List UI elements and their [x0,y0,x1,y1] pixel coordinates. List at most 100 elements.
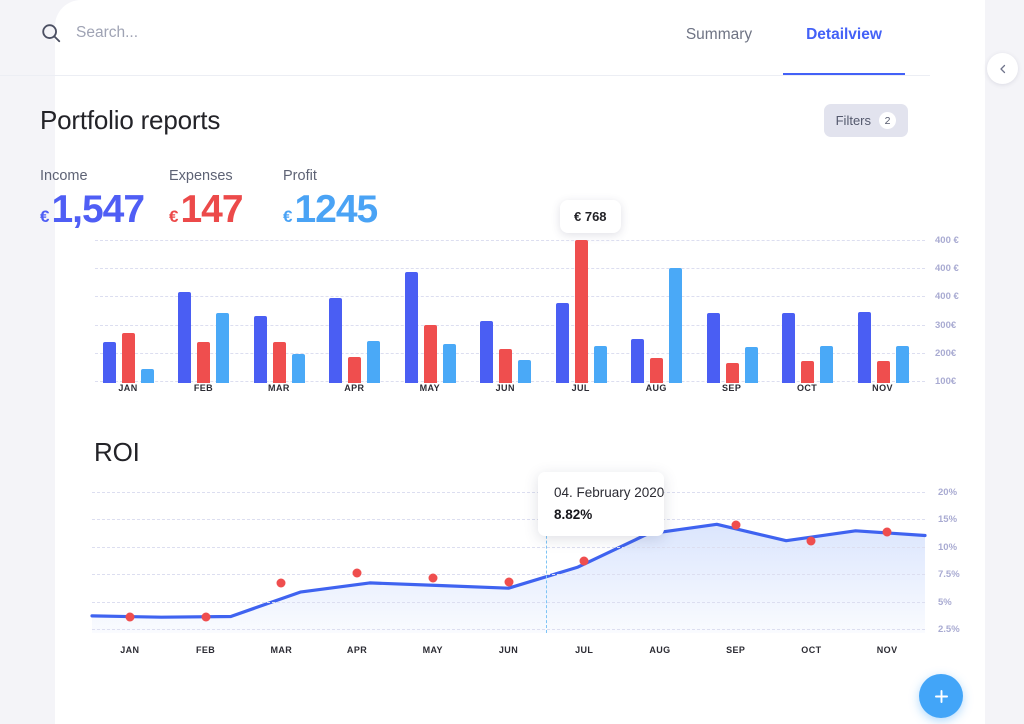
add-button[interactable] [919,674,963,718]
bar-profit[interactable] [744,346,758,383]
search-bar[interactable] [40,22,336,44]
bar-expenses[interactable] [876,360,890,383]
bar-x-tick-label: MAR [268,383,290,393]
kpi-income-label: Income [40,168,88,184]
roi-data-point[interactable] [125,612,135,622]
roi-chart-tooltip: 04. February 2020 8.82% [538,472,664,536]
bar-income[interactable] [555,303,569,383]
bar-x-tick-label: SEP [722,383,742,393]
chevron-left-icon [997,63,1009,75]
roi-x-tick-label: SEP [726,645,746,655]
bar-chart [95,238,925,383]
bar-x-tick-label: OCT [796,383,818,393]
roi-data-point[interactable] [882,527,892,536]
bar-income[interactable] [178,291,192,383]
roi-data-point[interactable] [201,612,211,622]
filters-label: Filters [835,113,871,128]
roi-line-svg [90,522,927,633]
roi-data-point[interactable] [504,577,513,587]
right-rail [985,0,1024,724]
bar-income[interactable] [857,311,871,383]
roi-x-tick-label: JUN [498,645,519,655]
roi-data-point[interactable] [806,536,816,546]
bar-income[interactable] [253,316,267,383]
bar-expenses[interactable] [801,360,815,383]
roi-data-point[interactable] [579,556,589,565]
bar-gridline [95,240,925,241]
bar-income[interactable] [782,312,796,383]
kpi-expenses-currency: € [169,207,179,226]
bar-y-tick-label: 200€ [935,347,957,359]
roi-title: ROI [94,437,140,467]
roi-data-point[interactable] [276,578,286,588]
bar-profit[interactable] [518,359,532,383]
bar-x-tick-label: FEB [193,383,214,393]
bar-profit[interactable] [895,345,909,383]
roi-gridline [92,574,925,576]
roi-data-point[interactable] [731,520,741,530]
bar-expenses[interactable] [499,349,513,383]
bar-expenses[interactable] [348,357,362,383]
bar-profit[interactable] [669,268,683,383]
bar-income[interactable] [329,297,343,383]
roi-x-tick-label: JUL [575,645,594,655]
tab-detailview-label: Detailview [806,26,882,43]
bar-expenses[interactable] [574,240,588,383]
page-header-row: Portfolio reports Filters 2 [40,104,908,137]
roi-y-tick-label: 5% [938,596,952,608]
kpi-expenses-value: 147 [180,188,243,231]
collapse-panel-button[interactable] [987,53,1018,84]
roi-x-tick-label: MAR [270,645,293,655]
bar-income[interactable] [631,338,645,383]
filters-button[interactable]: Filters 2 [823,104,908,137]
bar-profit[interactable] [593,345,607,383]
plus-icon [932,687,951,706]
bar-profit[interactable] [291,353,305,383]
bar-y-tick-label: 400 € [935,291,959,303]
roi-tooltip-date: 04. February 2020 [554,485,665,500]
roi-y-tick-label: 10% [938,541,958,553]
bar-profit[interactable] [216,312,230,383]
bar-gridline [95,268,925,270]
bar-income[interactable] [404,271,418,383]
bar-income[interactable] [103,342,116,383]
roi-gridline [92,519,925,521]
bar-gridline [95,296,925,298]
filters-count-badge: 2 [879,112,896,129]
bar-expenses[interactable] [272,342,286,383]
kpi-profit-value: 1245 [294,188,378,231]
bar-y-tick-label: 400 € [935,263,959,275]
bar-expenses[interactable] [122,332,135,383]
tab-summary[interactable]: Summary [655,20,783,75]
roi-x-tick-label: FEB [195,645,216,655]
bar-x-tick-label: JAN [118,383,138,393]
roi-data-point[interactable] [352,568,362,578]
roi-x-tick-label: AUG [649,645,671,655]
bar-income[interactable] [480,321,494,383]
bar-y-tick-label: 300€ [935,319,957,331]
bar-profit[interactable] [820,345,834,383]
roi-x-tick-label: JAN [120,645,140,655]
bar-expenses[interactable] [197,342,211,383]
bar-profit[interactable] [442,344,456,383]
roi-data-point[interactable] [428,573,438,583]
roi-x-tick-label: MAY [422,645,443,655]
roi-gridline [92,601,925,603]
bar-x-tick-label: JUN [495,383,515,393]
bar-profit[interactable] [367,340,381,383]
tab-detailview[interactable]: Detailview [783,20,905,75]
roi-y-tick-label: 20% [938,487,958,498]
search-input[interactable] [76,24,336,42]
bar-income[interactable] [706,312,720,383]
bar-profit[interactable] [141,368,154,383]
roi-x-tick-label: APR [346,645,368,655]
roi-chart [90,488,927,633]
bar-expenses[interactable] [650,358,664,383]
roi-gridline [92,492,925,493]
bar-expenses[interactable] [423,324,437,383]
roi-tooltip-value: 8.82% [554,507,593,522]
tab-summary-label: Summary [685,26,753,43]
bar-expenses[interactable] [725,363,739,383]
roi-chart-x-axis: JAN FEB MAR APR MAY JUN JUL AUG SEP OCT NOV [92,645,925,665]
roi-y-tick-label: 15% [938,514,958,526]
